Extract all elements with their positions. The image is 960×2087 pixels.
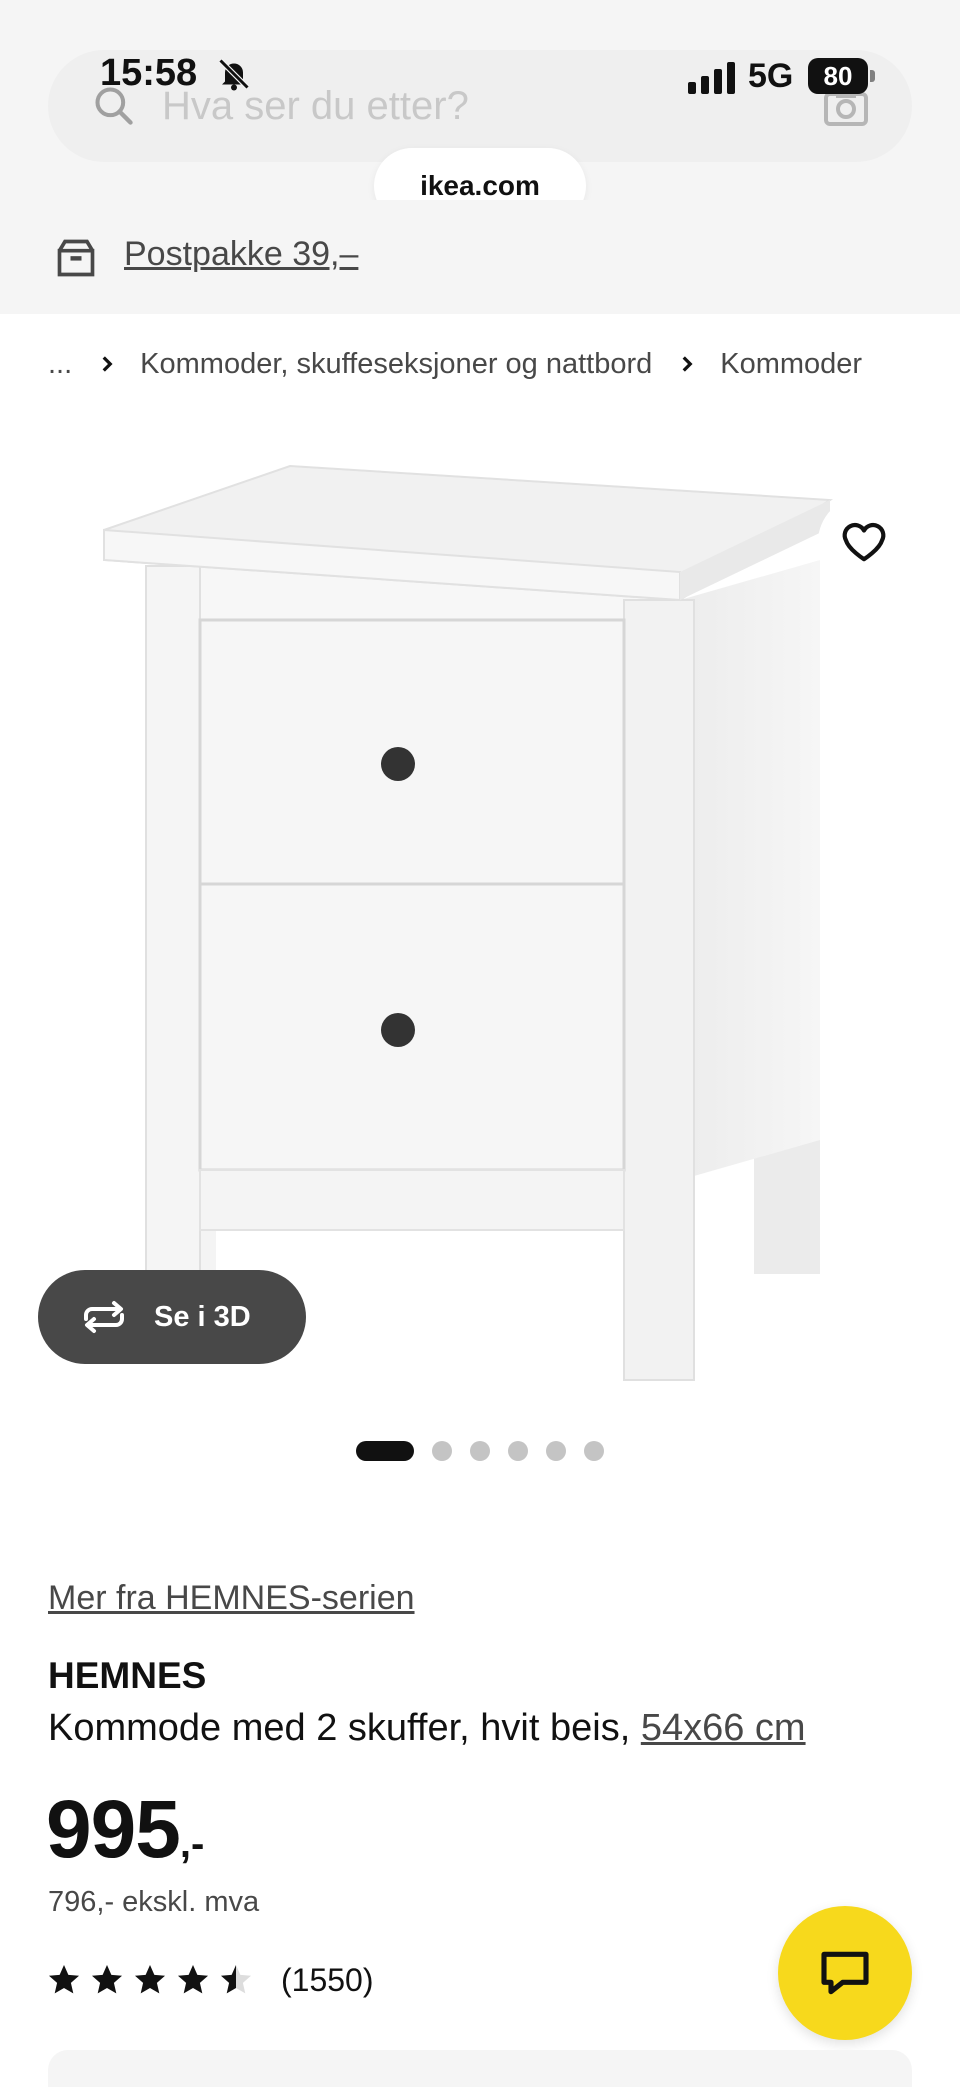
network-label: 5G <box>748 57 794 95</box>
carousel-dot[interactable] <box>470 1441 490 1461</box>
search-input[interactable]: Hva ser du etter? <box>162 84 469 128</box>
rating-stars <box>46 1962 261 1998</box>
delivery-banner[interactable]: Postpakke 39,– <box>0 200 960 314</box>
battery-cap <box>870 70 875 82</box>
page: Hva ser du etter? 15:58 5G 80 ikea.com P… <box>0 0 960 2087</box>
star-icon <box>49 1965 79 1994</box>
price-integer: 995 <box>46 1784 181 1875</box>
chat-button[interactable] <box>778 1906 912 2040</box>
product-name: HEMNES <box>48 1655 207 1696</box>
signal-icon <box>688 62 735 94</box>
price-suffix: ,- <box>179 1822 205 1866</box>
delivery-link[interactable]: Postpakke 39,– <box>124 232 358 276</box>
star-icon <box>135 1965 165 1994</box>
battery-indicator: 80 <box>808 58 868 94</box>
product-price: 995,- <box>46 1782 204 1878</box>
carousel-dot[interactable] <box>432 1441 452 1461</box>
carousel-dot[interactable] <box>584 1441 604 1461</box>
product-description-text: Kommode med 2 skuffer, hvit beis, <box>48 1707 631 1749</box>
view-3d-label: Se i 3D <box>154 1300 251 1333</box>
breadcrumb-item-category[interactable]: Kommoder, skuffeseksjoner og nattbord <box>140 344 652 384</box>
bottom-card <box>48 2050 912 2087</box>
bell-slash-icon <box>218 58 250 91</box>
carousel-dot[interactable] <box>508 1441 528 1461</box>
favourite-button[interactable] <box>818 496 910 588</box>
carousel-dot-active[interactable] <box>356 1441 414 1461</box>
breadcrumb-ellipsis[interactable]: ... <box>48 344 72 384</box>
chevron-right-icon <box>102 356 113 372</box>
review-count[interactable]: (1550) <box>281 1960 374 2000</box>
image-carousel-dots <box>356 1440 622 1462</box>
rotate-3d-icon <box>84 1301 124 1333</box>
box-icon <box>57 239 95 277</box>
heart-icon <box>842 523 886 562</box>
product-size-link[interactable]: 54x66 cm <box>641 1707 806 1749</box>
price-ex-vat: 796,- ekskl. mva <box>48 1886 260 1918</box>
star-icon <box>221 1965 251 1994</box>
product-description: Kommode med 2 skuffer, hvit beis, 54x66 … <box>48 1704 806 1752</box>
series-link[interactable]: Mer fra HEMNES-serien <box>48 1576 415 1620</box>
breadcrumb-item-current[interactable]: Kommoder <box>720 344 862 384</box>
status-time: 15:58 <box>100 52 198 94</box>
view-3d-button[interactable]: Se i 3D <box>38 1270 306 1364</box>
chat-icon <box>821 1951 869 1995</box>
star-icon <box>178 1965 208 1994</box>
star-icon <box>92 1965 122 1994</box>
rating[interactable]: (1550) <box>46 1956 374 2004</box>
chevron-right-icon <box>682 356 693 372</box>
breadcrumb: ... Kommoder, skuffeseksjoner og nattbor… <box>48 344 862 384</box>
carousel-dot[interactable] <box>546 1441 566 1461</box>
